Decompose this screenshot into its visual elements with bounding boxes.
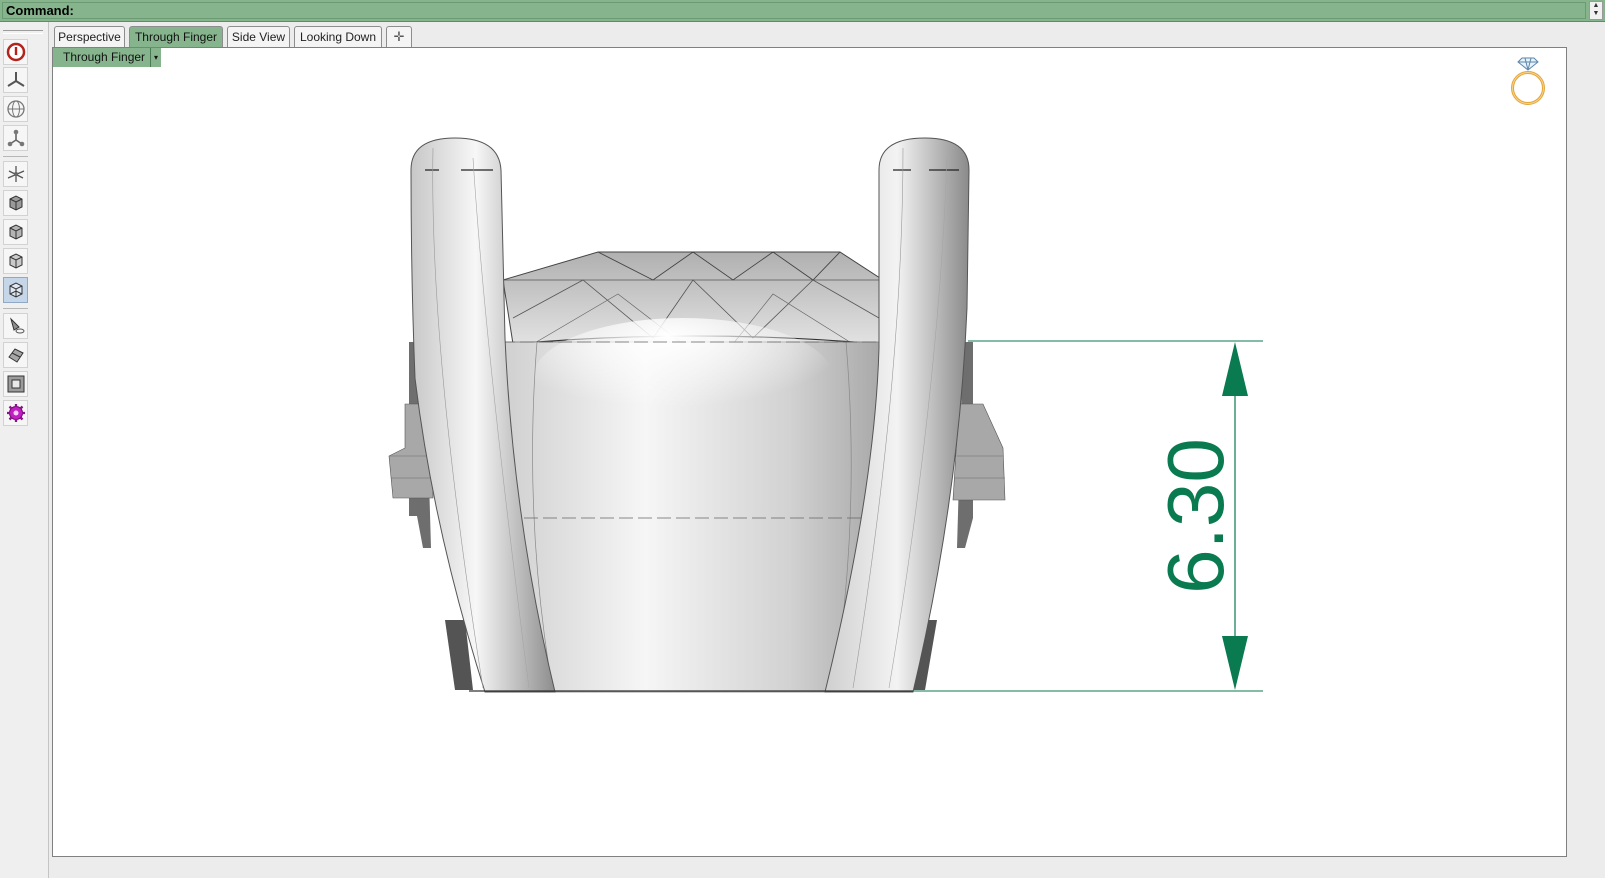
scroll-up-icon[interactable]: ▲ [1590, 2, 1602, 10]
dimension-value: 6.30 [1151, 438, 1240, 594]
rendered-cube-icon [9, 224, 22, 240]
body-highlight [533, 318, 833, 438]
globe-grid-icon [6, 100, 25, 118]
command-bar: Command: ▲ ▼ [0, 0, 1605, 22]
command-label: Command: [6, 3, 74, 18]
right-margin [1567, 22, 1605, 878]
command-history-scroller[interactable]: ▲ ▼ [1589, 1, 1603, 20]
ghosted-cube-icon [9, 253, 22, 269]
power-icon [6, 42, 25, 62]
node-molecule-icon [7, 129, 24, 147]
command-input[interactable]: Command: [2, 2, 1586, 19]
left-toolbar [0, 22, 49, 878]
move-gizmo-icon [7, 166, 24, 182]
add-tab-button[interactable]: ✛ [386, 26, 412, 47]
box-frame-icon [7, 375, 24, 393]
node-molecule-button[interactable] [3, 125, 28, 151]
viewport-tabs: Perspective Through Finger Side View Loo… [49, 22, 1605, 48]
axis-tripod-icon [6, 72, 25, 87]
move-gizmo-button[interactable] [3, 161, 28, 187]
surface-tool-button[interactable] [3, 342, 28, 368]
tab-through-finger[interactable]: Through Finger [129, 26, 223, 47]
rendered-view-button[interactable] [3, 219, 28, 245]
dimension-arrow-bottom [1222, 636, 1248, 690]
shaded-view-button[interactable] [3, 190, 28, 216]
tab-side-view[interactable]: Side View [227, 26, 290, 47]
scroll-down-icon[interactable]: ▼ [1590, 10, 1602, 18]
toolbar-separator [3, 156, 28, 157]
shaded-cube-icon [9, 195, 22, 211]
cone-tool-icon [9, 317, 24, 334]
globe-grid-button[interactable] [3, 96, 28, 122]
tab-looking-down[interactable]: Looking Down [294, 26, 382, 47]
box-frame-button[interactable] [3, 371, 28, 397]
xray-cube-icon [9, 282, 22, 298]
xray-view-button[interactable] [3, 277, 28, 303]
dimension-arrow-top [1222, 342, 1248, 396]
axis-tripod-button[interactable] [3, 67, 28, 93]
model-canvas[interactable]: 6.30 [53, 48, 1566, 856]
toolbar-separator [3, 308, 28, 309]
plugin-gear-button[interactable] [3, 400, 28, 426]
tab-perspective[interactable]: Perspective [54, 26, 125, 47]
power-button[interactable] [3, 39, 28, 65]
gear-plugin-icon [6, 404, 25, 422]
toolbar-grip[interactable] [3, 30, 43, 34]
cone-tool-button[interactable] [3, 313, 28, 339]
ghosted-view-button[interactable] [3, 248, 28, 274]
viewport-through-finger[interactable]: Through Finger ▾ 6.30 [52, 47, 1567, 857]
surface-tool-icon [7, 348, 24, 363]
